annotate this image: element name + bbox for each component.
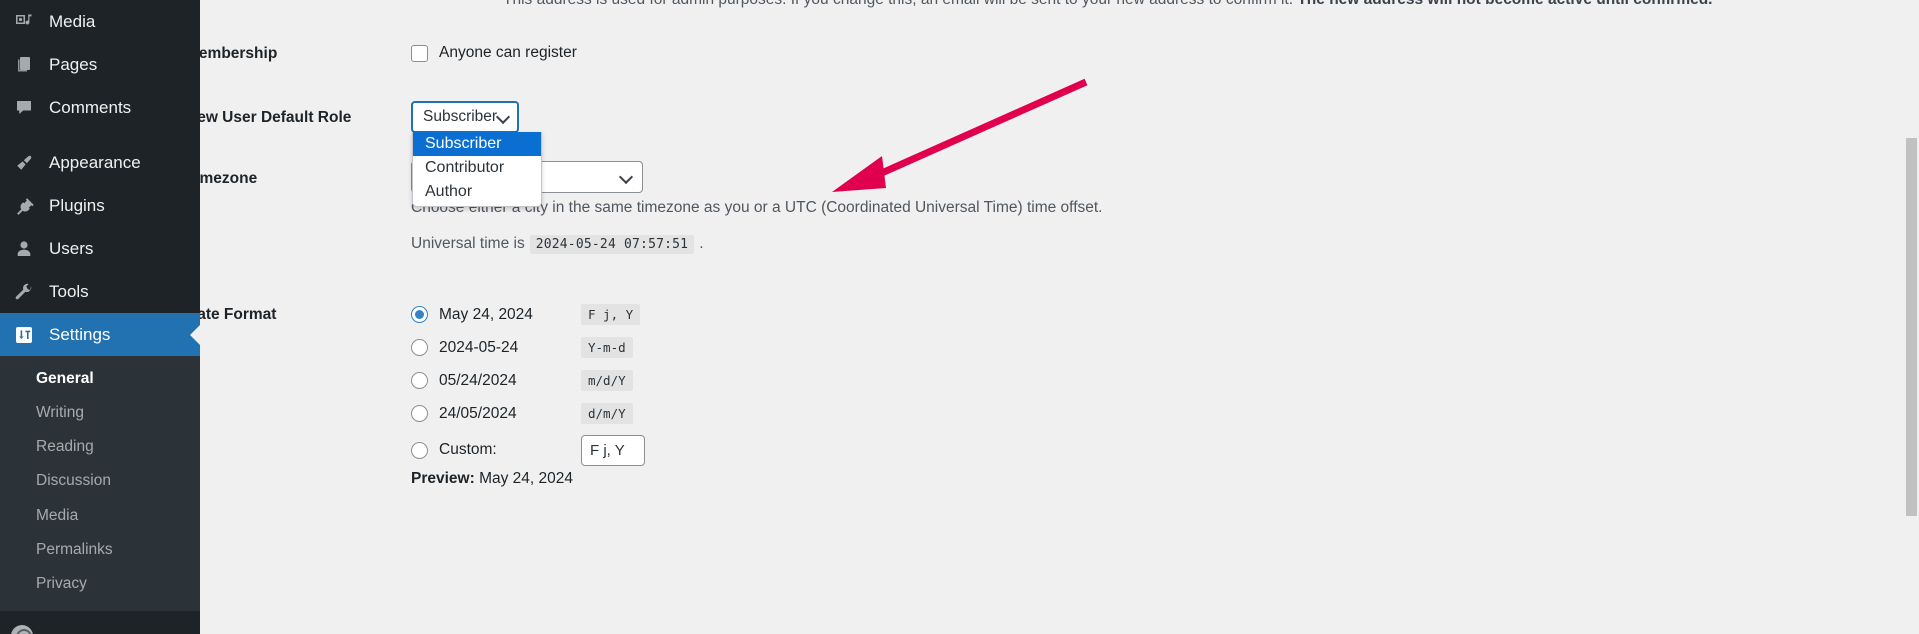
date-format-example[interactable]: 2024-05-24 — [439, 339, 581, 357]
page-scrollbar-thumb[interactable] — [1906, 138, 1917, 516]
sidebar-item-pages[interactable]: Pages — [0, 43, 200, 86]
date-format-radio-m-d-y[interactable] — [411, 372, 428, 389]
date-format-code: F j, Y — [581, 304, 641, 325]
date-format-custom-label[interactable]: Custom: — [439, 441, 581, 459]
timezone-label: Timezone — [200, 170, 258, 187]
settings-submenu: General Writing Reading Discussion Media… — [0, 356, 200, 611]
date-format-row: 24/05/2024 d/m/Y — [411, 397, 645, 430]
submenu-item-discussion[interactable]: Discussion — [0, 464, 200, 498]
sidebar-item-label: Appearance — [49, 153, 141, 172]
anyone-can-register-checkbox[interactable] — [411, 44, 428, 62]
media-icon — [11, 9, 37, 35]
sidebar-separator — [0, 129, 200, 141]
plugins-icon — [11, 193, 37, 219]
chevron-down-icon — [620, 171, 632, 183]
sidebar-item-appearance[interactable]: Appearance — [0, 141, 200, 184]
date-format-custom-input[interactable] — [581, 434, 645, 466]
pages-icon — [11, 52, 37, 78]
chevron-down-icon — [497, 111, 509, 123]
admin-email-description: This address is used for admin purposes.… — [503, 0, 1713, 9]
universal-time-value: 2024-05-24 07:57:51 — [529, 235, 695, 254]
date-format-custom-row: Custom: — [411, 430, 645, 470]
submenu-item-writing[interactable]: Writing — [0, 396, 200, 430]
tools-icon — [11, 279, 37, 305]
sidebar-item-comments[interactable]: Comments — [0, 86, 200, 129]
sidebar-item-label: Users — [49, 239, 94, 258]
date-format-preview-label: Preview: — [411, 470, 475, 487]
sidebar-item-plugins[interactable]: Plugins — [0, 184, 200, 227]
date-format-radio-custom[interactable] — [411, 441, 428, 459]
sidebar-item-media[interactable]: Media — [0, 0, 200, 43]
wordpress-admin-screen: Media Pages Comments Appearance Plugins … — [0, 0, 1919, 634]
sidebar-item-label: Comments — [49, 98, 132, 117]
date-format-example[interactable]: 05/24/2024 — [439, 372, 581, 390]
new-user-default-role-value: Subscriber — [423, 108, 498, 125]
membership-control: Anyone can register — [411, 44, 577, 62]
submenu-item-media[interactable]: Media — [0, 499, 200, 533]
date-format-label: Date Format — [200, 306, 277, 323]
avatar-icon — [11, 624, 33, 634]
sidebar-item-label: Media — [49, 12, 96, 31]
sidebar-item-settings[interactable]: Settings — [0, 313, 200, 356]
date-format-example[interactable]: 24/05/2024 — [439, 405, 581, 423]
submenu-item-permalinks[interactable]: Permalinks — [0, 533, 200, 567]
date-format-radio-y-m-d[interactable] — [411, 339, 428, 356]
universal-time-suffix: . — [699, 235, 704, 252]
settings-general-form: This address is used for admin purposes.… — [200, 0, 1919, 634]
sidebar-item-label: Plugins — [49, 196, 105, 215]
date-format-code: m/d/Y — [581, 370, 633, 391]
sidebar-item-tools[interactable]: Tools — [0, 270, 200, 313]
new-user-default-role-option-list: Subscriber Contributor Author — [412, 132, 542, 207]
universal-time-prefix: Universal time is — [411, 235, 525, 252]
membership-label: Membership — [200, 45, 278, 62]
role-option-contributor[interactable]: Contributor — [413, 156, 541, 180]
submenu-item-privacy[interactable]: Privacy — [0, 567, 200, 601]
admin-sidebar: Media Pages Comments Appearance Plugins … — [0, 0, 200, 634]
admin-email-description-bold: The new address will not become active u… — [1297, 0, 1712, 8]
appearance-icon — [11, 150, 37, 176]
universal-time-row: Universal time is 2024-05-24 07:57:51 . — [411, 235, 704, 254]
submenu-item-reading[interactable]: Reading — [0, 430, 200, 464]
new-user-default-role-dropdown[interactable]: Subscriber — [411, 101, 519, 133]
annotation-arrow-icon — [832, 78, 1088, 192]
role-option-subscriber[interactable]: Subscriber — [413, 132, 541, 156]
sidebar-item-users[interactable]: Users — [0, 227, 200, 270]
users-icon — [11, 236, 37, 262]
admin-email-description-text: This address is used for admin purposes.… — [503, 0, 1297, 8]
date-format-radio-d-m-y[interactable] — [411, 405, 428, 422]
sidebar-item-partial[interactable] — [0, 621, 200, 634]
page-scrollbar-track[interactable] — [1904, 0, 1919, 634]
date-format-row: 05/24/2024 m/d/Y — [411, 364, 645, 397]
date-format-code: d/m/Y — [581, 403, 633, 424]
date-format-row: May 24, 2024 F j, Y — [411, 298, 645, 331]
sidebar-divider — [0, 610, 200, 621]
comments-icon — [11, 95, 37, 121]
anyone-can-register-label[interactable]: Anyone can register — [439, 44, 577, 62]
date-format-options: May 24, 2024 F j, Y 2024-05-24 Y-m-d 05/… — [411, 298, 645, 470]
new-user-default-role-label: New User Default Role — [200, 109, 352, 126]
date-format-code: Y-m-d — [581, 337, 633, 358]
role-option-author[interactable]: Author — [413, 180, 541, 204]
sidebar-item-label: Settings — [49, 325, 111, 344]
date-format-example[interactable]: May 24, 2024 — [439, 306, 581, 324]
date-format-row: 2024-05-24 Y-m-d — [411, 331, 645, 364]
date-format-radio-f-j-y[interactable] — [411, 306, 428, 323]
sidebar-item-label: Pages — [49, 55, 98, 74]
date-format-preview: Preview: May 24, 2024 — [411, 470, 573, 488]
sidebar-item-label: Tools — [49, 282, 89, 301]
date-format-preview-value: May 24, 2024 — [479, 470, 574, 487]
submenu-item-general[interactable]: General — [0, 362, 200, 396]
settings-icon — [11, 322, 37, 348]
